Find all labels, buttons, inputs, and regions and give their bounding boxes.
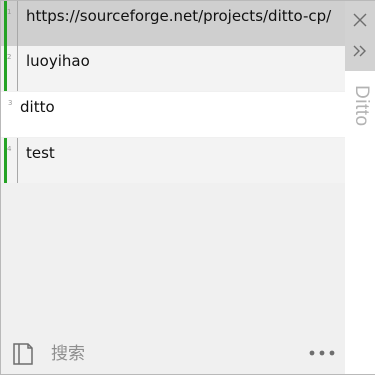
- ellipsis-icon: [309, 350, 335, 356]
- clip-text: test: [26, 144, 55, 162]
- note-button[interactable]: [11, 342, 35, 366]
- close-button[interactable]: [349, 9, 371, 31]
- bottom-bar: [1, 334, 345, 374]
- app-title: Ditto: [351, 85, 372, 127]
- side-panel: Ditto: [345, 1, 375, 374]
- double-chevron-right-icon: [353, 45, 366, 57]
- close-icon: [353, 13, 367, 27]
- more-button[interactable]: [306, 342, 338, 364]
- clip-list: 1 https://sourceforge.net/projects/ditto…: [1, 1, 345, 183]
- clip-index: 3: [8, 99, 13, 107]
- expand-button[interactable]: [349, 40, 371, 62]
- clip-index: 2: [7, 53, 12, 61]
- clip-item-1[interactable]: 1 https://sourceforge.net/projects/ditto…: [1, 1, 345, 46]
- clip-item-2[interactable]: 2 luoyihao: [1, 46, 345, 91]
- clip-item-3[interactable]: 3 ditto: [1, 92, 345, 137]
- clip-separator: [17, 46, 18, 91]
- clip-separator: [17, 1, 18, 46]
- search-input[interactable]: [45, 340, 295, 368]
- clip-text: https://sourceforge.net/projects/ditto-c…: [26, 7, 332, 25]
- ditto-window: 1 https://sourceforge.net/projects/ditto…: [0, 0, 375, 375]
- clip-separator: [17, 138, 18, 183]
- clip-text: luoyihao: [26, 52, 90, 70]
- clip-item-4[interactable]: 4 test: [1, 138, 345, 183]
- note-icon: [13, 343, 33, 365]
- clip-index: 1: [7, 8, 12, 16]
- clip-text: ditto: [20, 98, 55, 116]
- clip-index: 4: [7, 145, 12, 153]
